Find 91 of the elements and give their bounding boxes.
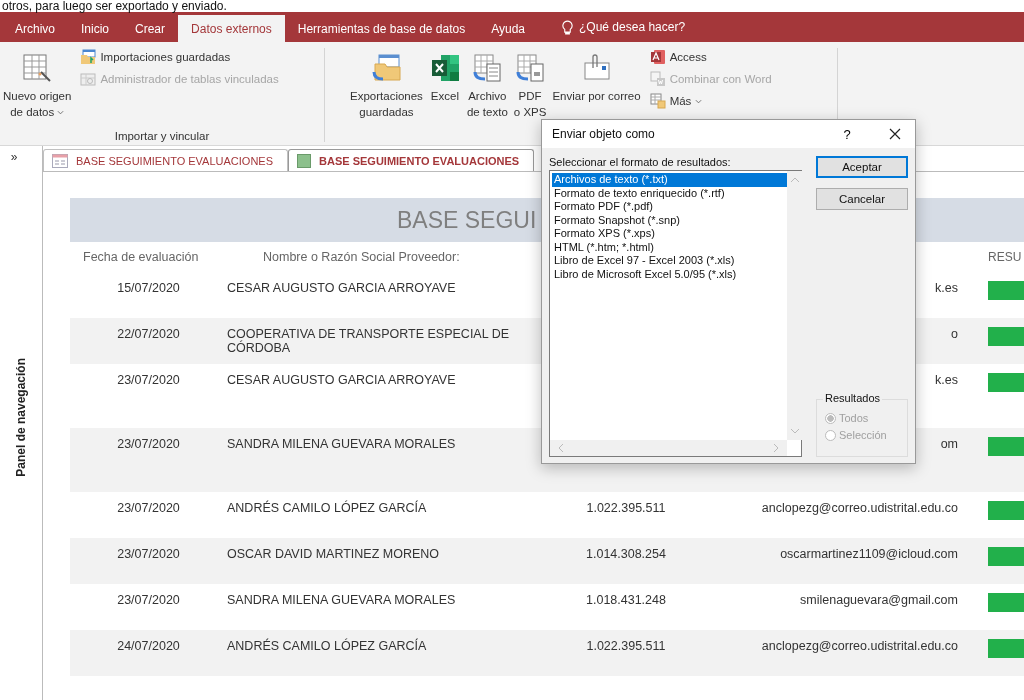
table-stack-icon: [649, 93, 666, 109]
document-merge-icon: [649, 71, 666, 87]
ribbon-tab[interactable]: Herramientas de base de datos: [284, 15, 479, 42]
cancel-button[interactable]: Cancelar: [816, 188, 908, 210]
column-header: RESU: [988, 250, 1023, 264]
close-icon: [889, 128, 901, 140]
table-cell: k.es: [935, 373, 958, 387]
ribbon-tab[interactable]: Ayuda: [478, 15, 538, 42]
scroll-down-icon[interactable]: [790, 428, 800, 434]
table-cell-text: CESAR AUGUSTO GARCIA ARROYAVE: [227, 373, 457, 387]
table-cell: k.es: [935, 281, 958, 295]
result-bar: [988, 373, 1024, 392]
group-label: Resultados: [823, 392, 883, 404]
table-cell-text: SANDRA MILENA GUEVARA MORALES: [227, 437, 457, 451]
list-item[interactable]: Libro de Excel 97 - Excel 2003 (*.xls): [552, 254, 787, 268]
scroll-up-icon[interactable]: [790, 177, 800, 183]
list-item[interactable]: Libro de Microsoft Excel 5.0/95 (*.xls): [552, 267, 787, 281]
document-text: otros, para luego ser exportado y enviado.: [1, 0, 227, 12]
ribbon-tab[interactable]: Inicio: [68, 15, 123, 42]
dialog-title: Enviar objeto como: [552, 127, 656, 141]
list-item[interactable]: Archivos de texto (*.txt): [552, 173, 787, 187]
table-cell-text: 1.014.308.254: [585, 547, 667, 561]
result-bar: [988, 547, 1024, 566]
format-list[interactable]: [549, 170, 802, 457]
table-cell-text: 22/07/2020: [116, 327, 181, 341]
table-cell-text: 23/07/2020: [116, 437, 181, 451]
table-cell: om: [940, 437, 958, 451]
group-label: Importar y vincular: [113, 130, 211, 142]
table-cell-text: 1.022.395.511: [585, 501, 667, 515]
database-app-icon: [649, 49, 666, 65]
list-item[interactable]: Formato XPS (*.xps): [552, 227, 787, 241]
table-cell-text: SANDRA MILENA GUEVARA MORALES: [227, 593, 457, 607]
document-tab[interactable]: BASE SEGUIMIENTO EVALUACIONES: [43, 149, 289, 171]
table-cell-text: ANDRÉS CAMILO LÓPEZ GARCÍA: [227, 501, 428, 515]
report-icon: [297, 153, 312, 168]
report-title: BASE SEGUI: [397, 206, 537, 234]
accept-button[interactable]: Aceptar: [816, 156, 908, 178]
folder-table-icon: [80, 49, 97, 65]
list-label: Seleccionar el formato de resultados:: [549, 156, 732, 168]
ribbon-button[interactable]: Nuevo origen de datos: [0, 48, 75, 130]
ribbon-button[interactable]: Más: [647, 92, 774, 110]
text-file-icon: [471, 52, 504, 84]
list-item[interactable]: HTML (*.htm; *.html): [552, 240, 787, 254]
ribbon-button[interactable]: Archivo de texto: [463, 48, 511, 142]
ribbon-button[interactable]: Excel: [425, 48, 464, 142]
column-header: Fecha de evaluación: [82, 250, 200, 264]
table-cell-text: 24/07/2020: [116, 639, 181, 653]
expand-pane-button[interactable]: »: [6, 146, 22, 168]
table-cell-text: OSCAR DAVID MARTINEZ MORENO: [227, 547, 441, 561]
table-cell: oscarmartinez1109@icloud.com: [780, 547, 958, 561]
ribbon-tab[interactable]: Crear: [122, 15, 179, 42]
table-cell-text: 15/07/2020: [116, 281, 181, 295]
ribbon-button[interactable]: Access: [647, 48, 774, 66]
table-cell-text: ANDRÉS CAMILO LÓPEZ GARCÍA: [227, 639, 428, 653]
list-item[interactable]: Formato de texto enriquecido (*.rtf): [552, 186, 787, 200]
table-cell-text: 1.022.395.511: [585, 639, 667, 653]
ribbon-tab[interactable]: Datos externos: [178, 15, 285, 42]
table-cell-text: 23/07/2020: [116, 501, 181, 515]
scroll-right-icon[interactable]: [773, 443, 779, 453]
folder-table-icon: [370, 52, 403, 84]
ribbon-tab[interactable]: Archivo: [2, 15, 68, 42]
table-cell-text: 23/07/2020: [116, 593, 181, 607]
ribbon-button[interactable]: Importaciones guardadas: [78, 48, 281, 66]
tell-me-field[interactable]: ¿Qué desea hacer?: [579, 20, 686, 34]
document-export-icon: [514, 52, 547, 84]
form-icon: [52, 153, 68, 168]
result-bar: [988, 437, 1024, 456]
result-bar: [988, 281, 1024, 300]
ribbon-button[interactable]: Exportaciones guardadas: [347, 48, 426, 142]
table-cell: smilenaguevara@gmail.com: [800, 593, 958, 607]
document-tab[interactable]: BASE SEGUIMIENTO EVALUACIONES: [288, 149, 535, 171]
table-cell: anclopezg@correo.udistrital.edu.co: [761, 501, 958, 515]
column-header: Nombre o Razón Social Proveedor:: [262, 250, 461, 264]
scroll-left-icon[interactable]: [558, 443, 564, 453]
result-bar: [988, 327, 1024, 346]
table-cell-text: 23/07/2020: [116, 547, 181, 561]
result-bar: [988, 639, 1024, 658]
lightbulb-icon: [562, 19, 573, 35]
help-button[interactable]: ?: [833, 125, 861, 143]
result-bar: [988, 593, 1024, 612]
table-cell-text: 1.018.431.248: [585, 593, 667, 607]
table-cell-text: 23/07/2020: [116, 373, 181, 387]
table-cell: o: [951, 327, 958, 341]
linked-table-icon: [80, 71, 97, 87]
table-cell: anclopezg@correo.udistrital.edu.co: [761, 639, 958, 653]
table-cell-text: CESAR AUGUSTO GARCIA ARROYAVE: [227, 281, 457, 295]
result-bar: [988, 501, 1024, 520]
list-item[interactable]: Formato PDF (*.pdf): [552, 200, 787, 214]
table-cell-text: COOPERATIVA DE TRANSPORTE ESPECIAL DE CÓRDOBA: [227, 327, 511, 355]
list-item[interactable]: Formato Snapshot (*.snp): [552, 213, 787, 227]
navigation-pane-label[interactable]: Panel de navegación: [14, 358, 28, 477]
